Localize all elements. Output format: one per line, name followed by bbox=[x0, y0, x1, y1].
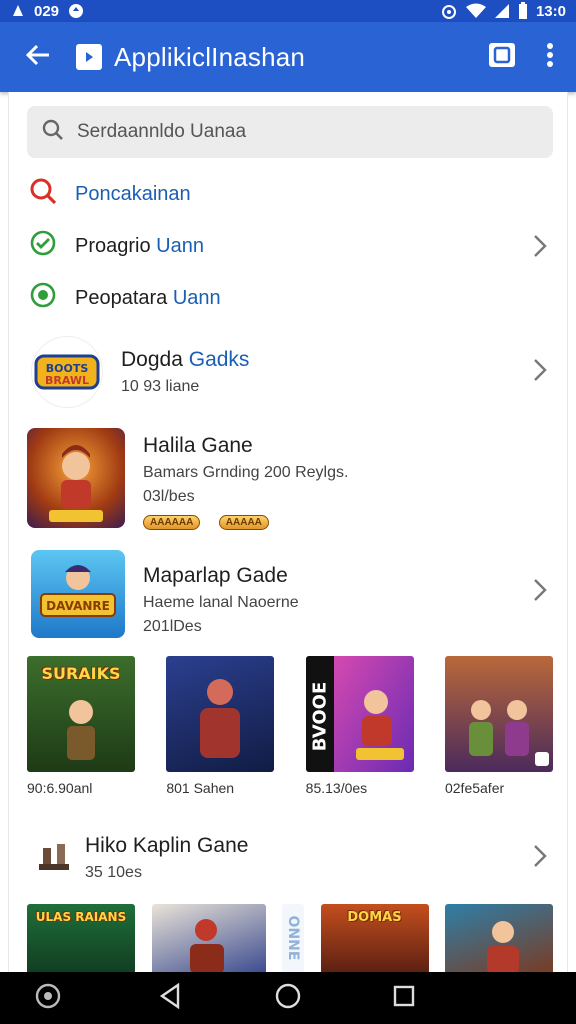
square-recents-icon bbox=[392, 984, 416, 1013]
signal-icon bbox=[494, 3, 510, 19]
tile-art-text: ONNE bbox=[285, 915, 301, 961]
game-tile-art: BVOOE bbox=[305, 656, 414, 772]
assistant-icon bbox=[34, 982, 62, 1015]
menu-item-label-part: Uann bbox=[156, 234, 204, 257]
status-bar: 029 13:0 bbox=[0, 0, 576, 22]
chevron-right-icon bbox=[533, 234, 547, 264]
section-row-hiko[interactable]: Hiko Kaplin Gane 35 10es bbox=[9, 830, 567, 886]
menu-item-label-part: Uann bbox=[172, 286, 221, 309]
game-badge: AAAAA bbox=[218, 515, 269, 530]
battery-icon bbox=[518, 2, 528, 20]
menu-item-label-part: Peopatara bbox=[75, 286, 168, 309]
game-row-halila[interactable]: Halila Gane Bamars Grnding 200 Reylgs. 0… bbox=[9, 428, 567, 532]
status-time-left: 029 bbox=[34, 2, 60, 20]
game-title: Maparlap Gade bbox=[143, 564, 288, 587]
search-icon bbox=[29, 177, 57, 211]
menu-item-proagrio[interactable]: Proagrio Uann bbox=[9, 220, 567, 272]
search-input[interactable] bbox=[77, 121, 517, 143]
back-nav-button[interactable] bbox=[140, 972, 200, 1024]
game-logo: BOOTS BRAWL bbox=[31, 336, 103, 408]
game-meta: 201lDes bbox=[143, 618, 202, 635]
recents-nav-button[interactable] bbox=[374, 972, 434, 1024]
game-meta: 03l/bes bbox=[143, 488, 195, 505]
game-tile-art bbox=[444, 656, 553, 772]
assistant-button[interactable] bbox=[18, 972, 78, 1024]
game-subtitle: Bamars Grnding 200 Reylgs. bbox=[143, 464, 349, 481]
section-subtitle: 35 10es bbox=[85, 864, 142, 881]
game-tile-art bbox=[445, 904, 553, 972]
search-icon bbox=[41, 118, 65, 147]
circle-home-icon bbox=[274, 982, 302, 1015]
game-tile[interactable]: 02fe5afer bbox=[444, 656, 553, 796]
game-tile[interactable]: ONNE bbox=[282, 904, 304, 972]
notification-icon bbox=[10, 3, 26, 19]
menu-item-label-part: Proagrio bbox=[75, 234, 151, 257]
game-row-dogda[interactable]: BOOTS BRAWL Dogda Gadks 10 93 liane bbox=[9, 336, 567, 412]
game-title-part: Dogda bbox=[121, 348, 183, 371]
game-tile-art bbox=[151, 904, 266, 972]
game-tile-art: SURAIKS bbox=[27, 656, 135, 772]
game-tile[interactable]: SURAIKS 90:6.90anl bbox=[27, 656, 135, 796]
game-thumbnail: DAVANRE bbox=[31, 550, 125, 638]
tile-caption: 02fe5afer bbox=[444, 780, 505, 796]
menu-item-poncakainan[interactable]: Poncakainan bbox=[9, 168, 567, 220]
tile-caption: 801 Sahen bbox=[166, 780, 235, 796]
menu-item-peopatara[interactable]: Peopatara Uann bbox=[9, 272, 567, 324]
triangle-back-icon bbox=[158, 982, 182, 1014]
check-circle-icon bbox=[29, 229, 57, 263]
logo-text: DAVANRE bbox=[46, 599, 110, 613]
tile-art-text: ULAS RAIANS bbox=[35, 910, 127, 924]
game-title: Halila Gane bbox=[143, 434, 253, 457]
message-icon bbox=[67, 2, 85, 20]
section-title: Hiko Kaplin Gane bbox=[85, 834, 249, 857]
app-title: ApplikiclInashan bbox=[114, 41, 306, 72]
home-nav-button[interactable] bbox=[258, 972, 318, 1024]
arrow-left-icon bbox=[25, 44, 51, 71]
cast-icon[interactable] bbox=[488, 42, 516, 73]
content-area: Poncakainan Proagrio Uann Peopatara Uann… bbox=[8, 92, 568, 972]
tile-caption: 85.13/0es bbox=[305, 780, 368, 796]
game-row-maparlap[interactable]: DAVANRE Maparlap Gade Haeme lanal Naoern… bbox=[9, 550, 567, 640]
game-title-part: Gadks bbox=[188, 348, 250, 371]
tile-art-text: DOMAS bbox=[347, 910, 402, 925]
game-tile[interactable]: DOMAS bbox=[320, 904, 429, 972]
app-bar: ApplikiclInashan bbox=[0, 22, 576, 92]
menu-item-label: Proagrio Uann bbox=[75, 235, 204, 258]
tile-caption: 90:6.90anl bbox=[27, 780, 93, 796]
search-bar[interactable] bbox=[27, 106, 553, 158]
game-badge: AAAAAA bbox=[143, 515, 201, 530]
chevron-right-icon bbox=[533, 844, 547, 873]
game-tile[interactable]: BVOOE 85.13/0es bbox=[305, 656, 414, 796]
more-vert-icon[interactable] bbox=[546, 42, 554, 73]
game-tile-grid-2: ULAS RAIANS ONNE DOMAS bbox=[27, 904, 553, 972]
menu-item-label: Poncakainan bbox=[75, 182, 191, 205]
game-subtitle: 10 93 liane bbox=[121, 378, 200, 395]
wifi-icon bbox=[465, 3, 486, 19]
chevron-right-icon bbox=[533, 358, 547, 387]
game-tile[interactable]: 801 Sahen bbox=[166, 656, 275, 796]
back-button[interactable] bbox=[0, 22, 76, 92]
game-tile-art: ULAS RAIANS bbox=[27, 904, 135, 972]
app-icon bbox=[76, 44, 102, 70]
game-tile-grid: SURAIKS 90:6.90anl 801 Sahen BVOOE 85.13… bbox=[27, 656, 553, 796]
game-tile-art bbox=[166, 656, 275, 772]
chevron-right-icon bbox=[533, 578, 547, 607]
svg-text:BRAWL: BRAWL bbox=[45, 374, 89, 387]
game-tile[interactable] bbox=[445, 904, 553, 972]
game-thumbnail bbox=[27, 428, 125, 528]
game-tile[interactable] bbox=[151, 904, 266, 972]
game-tile-art: ONNE bbox=[282, 904, 304, 972]
menu-item-label: Peopatara Uann bbox=[75, 287, 221, 310]
check-circle-icon bbox=[29, 281, 57, 315]
game-controller-icon bbox=[37, 840, 71, 879]
game-subtitle: Haeme lanal Naoerne bbox=[143, 594, 299, 611]
alarm-icon bbox=[440, 2, 458, 20]
game-tile-art: DOMAS bbox=[320, 904, 429, 972]
game-title: Dogda Gadks bbox=[121, 348, 249, 372]
system-nav-bar bbox=[0, 972, 576, 1024]
game-tile[interactable]: ULAS RAIANS bbox=[27, 904, 135, 972]
status-time-right: 13:0 bbox=[535, 2, 566, 20]
